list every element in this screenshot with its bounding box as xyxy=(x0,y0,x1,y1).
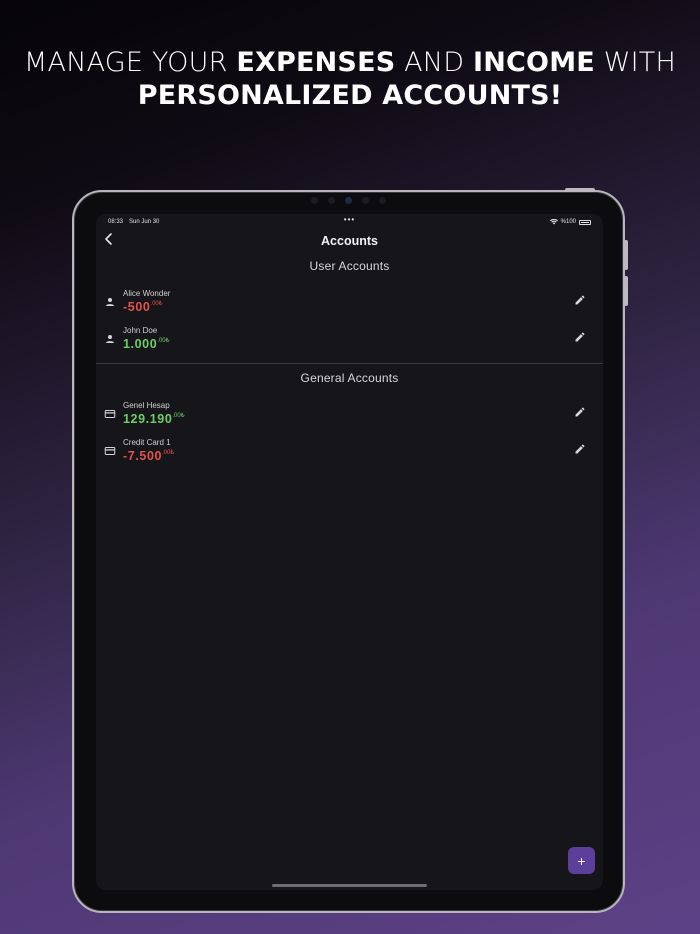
balance-amount: -7.500 xyxy=(123,449,163,463)
navigation-bar: Accounts xyxy=(96,230,603,252)
general-accounts-heading: General Accounts xyxy=(300,371,399,385)
status-date: Sun Jun 30 xyxy=(129,219,160,225)
user-accounts-list: Alice Wonder -500.00₺ John Doe 1.000.00₺ xyxy=(96,284,603,358)
account-name: John Doe xyxy=(123,326,158,335)
status-bar: 08:33 Sun Jun 30 ••• %100 xyxy=(96,214,603,230)
status-time: 08:33 xyxy=(108,219,124,225)
sensor-dot xyxy=(311,197,318,204)
balance-decimals: .00₺ xyxy=(157,338,170,344)
sensor-dot xyxy=(379,197,386,204)
sensor-dot xyxy=(362,197,369,204)
top-button xyxy=(565,188,595,192)
status-right: %100 xyxy=(549,219,591,225)
edit-pencil-icon[interactable] xyxy=(574,331,586,343)
multitask-dots[interactable]: ••• xyxy=(344,215,355,224)
account-name: Alice Wonder xyxy=(123,289,171,298)
account-balance: -500.00₺ xyxy=(123,300,163,314)
account-name: Genel Hesap xyxy=(123,401,170,410)
app-screen: 08:33 Sun Jun 30 ••• %100 Accounts User … xyxy=(96,214,603,890)
headline-line-2: PERSONALIZED ACCOUNTS! xyxy=(0,79,700,112)
chevron-left-icon[interactable] xyxy=(104,232,114,249)
balance-decimals: .00₺ xyxy=(162,450,175,456)
home-indicator[interactable] xyxy=(272,884,427,887)
balance-amount: -500 xyxy=(123,300,151,314)
camera-sensors xyxy=(74,197,623,204)
account-row-genel-hesap[interactable]: Genel Hesap 129.190.00₺ xyxy=(96,396,603,433)
user-accounts-heading: User Accounts xyxy=(309,259,390,273)
status-left: 08:33 Sun Jun 30 xyxy=(108,219,159,225)
edit-pencil-icon[interactable] xyxy=(574,443,586,455)
card-icon xyxy=(104,410,116,418)
battery-icon xyxy=(579,219,591,225)
headline-line-1: MANAGE YOUR EXPENSES AND INCOME WITH xyxy=(0,46,700,79)
edit-pencil-icon[interactable] xyxy=(574,406,586,418)
card-icon xyxy=(104,447,116,455)
headline-bold: INCOME xyxy=(472,47,595,78)
sensor-dot xyxy=(328,197,335,204)
camera-dot xyxy=(345,197,352,204)
person-icon xyxy=(106,298,114,306)
account-balance: 1.000.00₺ xyxy=(123,337,169,351)
section-divider xyxy=(96,363,603,364)
account-row-john-doe[interactable]: John Doe 1.000.00₺ xyxy=(96,321,603,358)
page-title: Accounts xyxy=(321,234,378,248)
volume-up-button xyxy=(624,240,628,270)
wifi-icon xyxy=(549,219,558,225)
tablet-frame: 08:33 Sun Jun 30 ••• %100 Accounts User … xyxy=(72,188,628,913)
account-name: Credit Card 1 xyxy=(123,438,171,447)
person-icon xyxy=(106,335,114,343)
account-row-credit-card-1[interactable]: Credit Card 1 -7.500.00₺ xyxy=(96,433,603,470)
battery-percent: %100 xyxy=(560,219,576,225)
headline-text: MANAGE YOUR xyxy=(24,47,237,78)
general-accounts-list: Genel Hesap 129.190.00₺ Credit Card 1 -7… xyxy=(96,396,603,470)
edit-pencil-icon[interactable] xyxy=(574,294,586,306)
account-row-alice-wonder[interactable]: Alice Wonder -500.00₺ xyxy=(96,284,603,321)
account-balance: 129.190.00₺ xyxy=(123,412,185,426)
add-account-button[interactable]: + xyxy=(568,847,595,874)
balance-amount: 129.190 xyxy=(123,412,173,426)
balance-decimals: .00₺ xyxy=(150,301,163,307)
headline-text: WITH xyxy=(594,47,676,78)
marketing-headline: MANAGE YOUR EXPENSES AND INCOME WITH PER… xyxy=(0,46,700,112)
headline-text: AND xyxy=(395,47,473,78)
account-balance: -7.500.00₺ xyxy=(123,449,174,463)
volume-down-button xyxy=(624,276,628,306)
headline-bold: PERSONALIZED ACCOUNTS! xyxy=(137,80,563,111)
balance-amount: 1.000 xyxy=(123,337,158,351)
headline-bold: EXPENSES xyxy=(236,47,396,78)
balance-decimals: .00₺ xyxy=(172,413,185,419)
